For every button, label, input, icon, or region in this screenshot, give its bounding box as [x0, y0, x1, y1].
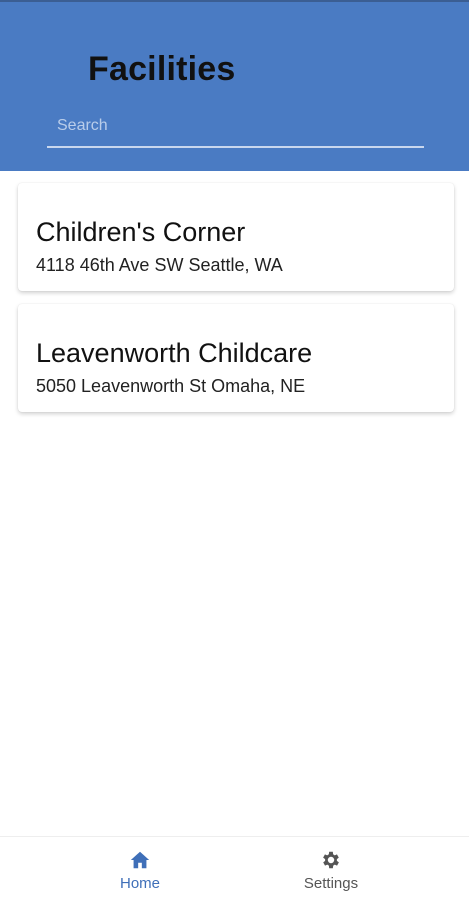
nav-settings[interactable]: Settings	[271, 849, 391, 892]
page-title: Facilities	[88, 50, 236, 88]
gear-icon	[323, 851, 339, 869]
facility-name: Leavenworth Childcare	[36, 338, 313, 368]
facility-card[interactable]: Leavenworth Childcare 5050 Leavenworth S…	[18, 304, 454, 412]
home-icon	[130, 851, 150, 869]
bottom-navigation: Home Settings	[0, 836, 469, 900]
facility-name: Children's Corner	[36, 217, 246, 247]
nav-settings-label: Settings	[303, 875, 359, 892]
facility-address: 4118 46th Ave SW Seattle, WA	[36, 255, 283, 275]
facilities-screen: Facilities Children's Corner 4118 46th A…	[0, 0, 469, 900]
nav-home-label: Home	[119, 875, 160, 892]
facility-address: 5050 Leavenworth St Omaha, NE	[36, 376, 306, 396]
nav-home[interactable]: Home	[80, 849, 200, 892]
search-input[interactable]	[47, 112, 424, 148]
app-header: Facilities	[0, 0, 469, 171]
facility-card[interactable]: Children's Corner 4118 46th Ave SW Seatt…	[18, 183, 454, 291]
